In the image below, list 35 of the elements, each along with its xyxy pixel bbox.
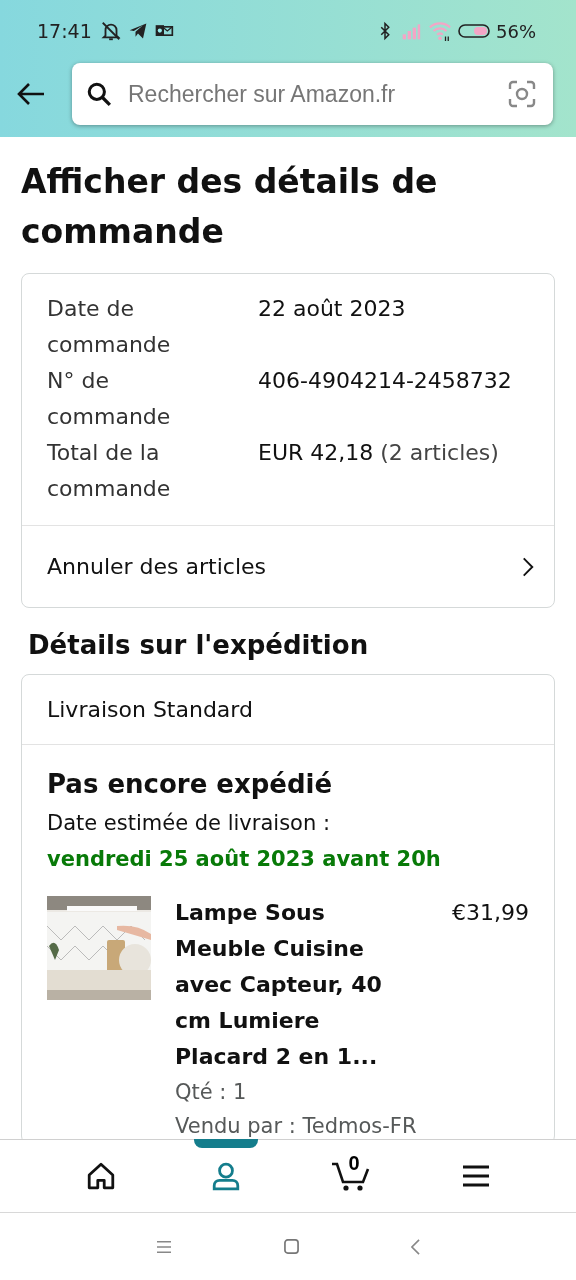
delivery-label: Date estimée de livraison :: [47, 810, 331, 837]
back-chevron-icon[interactable]: [411, 1238, 420, 1255]
camera-scan-icon[interactable]: [508, 80, 536, 108]
home-square-icon[interactable]: [284, 1239, 299, 1254]
field-value: 22 août 2023: [258, 295, 407, 323]
field-value: EUR 42,18 (2 articles): [258, 439, 500, 467]
field-label: N° de commande: [47, 367, 172, 431]
product-title[interactable]: Lampe Sous Meuble Cuisine avec Capteur, 40 cm Lumiere Placard 2 en 1...: [175, 895, 390, 1075]
quantity-text: Qté : 1: [175, 1079, 248, 1106]
battery-icon: [458, 23, 490, 39]
chevron-right-icon: [522, 555, 534, 578]
cart-count: 0: [348, 1152, 360, 1175]
battery-percent: 56%: [496, 20, 536, 42]
home-icon: [85, 1161, 116, 1191]
section-heading: Détails sur l'expédition: [28, 630, 370, 660]
product-price: €31,99: [452, 899, 529, 927]
bell-off-icon: [99, 20, 122, 42]
field-value: 406-4904214-2458732: [258, 367, 513, 395]
field-label: Total de la commande: [47, 439, 172, 503]
wifi-icon: [428, 20, 452, 42]
back-button[interactable]: [16, 82, 46, 106]
nav-tab[interactable]: 0: [318, 1144, 383, 1208]
seller-text: Vendu par : Tedmos-FR: [175, 1113, 418, 1139]
status-time: 17:41: [37, 20, 92, 42]
signal-icon: [400, 21, 422, 41]
delivery-date: vendredi 25 août 2023 avant 20h: [47, 846, 442, 873]
search-field[interactable]: Rechercher sur Amazon.fr: [72, 63, 553, 125]
shipping-method: Livraison Standard: [22, 675, 554, 745]
cancel-items-link[interactable]: Annuler des articles: [22, 525, 554, 607]
field-label: Date de commande: [47, 295, 172, 359]
page-title: Afficher des détails de commande: [21, 161, 439, 253]
back-arrow-icon: [16, 82, 46, 106]
shipment-status: Pas encore expédié: [47, 768, 334, 801]
recent-apps-icon[interactable]: [156, 1239, 172, 1254]
person-icon: [210, 1161, 241, 1191]
